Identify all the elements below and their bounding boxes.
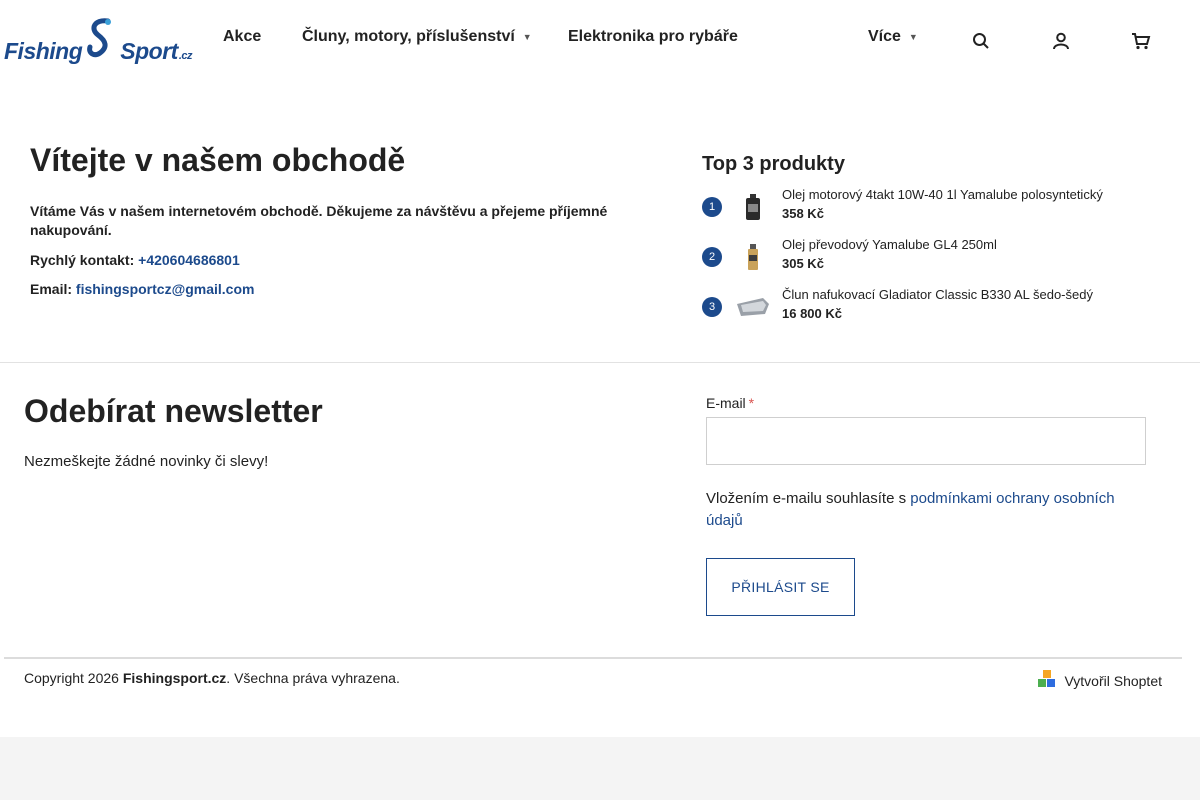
footer-divider [4, 657, 1182, 659]
product-thumbnail [734, 238, 772, 276]
email-field-label: E-mail * [706, 394, 1146, 412]
nav-item-label: Čluny, motory, příslušenství [302, 28, 515, 45]
product-name[interactable]: Olej motorový 4takt 10W-40 1l Yamalube p… [782, 186, 1103, 203]
copyright-suffix: . Všechna práva vyhrazena. [226, 670, 400, 686]
product-price: 16 800 Kč [782, 306, 842, 321]
rank-badge: 2 [702, 247, 722, 267]
rank-badge: 3 [702, 297, 722, 317]
cart-icon[interactable] [1130, 30, 1152, 52]
email-link[interactable]: fishingsportcz@gmail.com [76, 281, 255, 297]
chevron-down-icon: ▼ [908, 31, 918, 42]
nav-item-label: Více [868, 28, 901, 45]
email-field[interactable] [706, 417, 1146, 465]
top-products: Top 3 produkty 1 Olej motorový 4takt 10W… [702, 152, 1172, 321]
product-name[interactable]: Člun nafukovací Gladiator Classic B330 A… [782, 286, 1093, 303]
product-price: 305 Kč [782, 256, 824, 271]
subscribe-button[interactable]: PŘIHLÁSIT SE [706, 558, 855, 616]
site-header: Fishing Sport .cz Akce Čluny, motory, př… [0, 0, 1200, 84]
logo-suffix: .cz [178, 50, 193, 62]
top-product-item[interactable]: 2 Olej převodový Yamalube GL4 250ml 305 … [702, 236, 1172, 280]
search-icon[interactable] [970, 30, 992, 52]
newsletter-section: Odebírat newsletter Nezmeškejte žádné no… [24, 392, 624, 472]
shoptet-credit[interactable]: Vytvořil Shoptet [1038, 670, 1162, 692]
nav-item-label: Elektronika pro rybáře [568, 28, 738, 45]
welcome-intro: Vítáme Vás v našem internetovém obchodě.… [30, 203, 608, 238]
nav-item-elektronika[interactable]: Elektronika pro rybáře [568, 28, 738, 46]
welcome-title: Vítejte v našem obchodě [30, 142, 406, 178]
contact-phone-row: Rychlý kontakt: +420604686801 [30, 251, 650, 269]
product-thumbnail [734, 188, 772, 226]
newsletter-title: Odebírat newsletter [24, 393, 323, 429]
copyright-text: Copyright 2026 Fishingsport.cz. Všechna … [24, 670, 400, 687]
logo-word-fishing: Fishing [4, 38, 83, 64]
shoptet-logo-icon [1038, 670, 1056, 692]
required-marker: * [748, 395, 755, 411]
logo-word-sport: Sport [120, 38, 178, 64]
site-logo[interactable]: Fishing Sport .cz [4, 14, 206, 66]
phone-link[interactable]: +420604686801 [138, 252, 240, 268]
copyright-prefix: Copyright 2026 [24, 670, 123, 686]
fish-hook-logo-icon [84, 15, 118, 59]
chevron-down-icon: ▼ [522, 31, 532, 42]
top-product-item[interactable]: 3 Člun nafukovací Gladiator Classic B330… [702, 286, 1172, 330]
nav-item-label: Akce [223, 28, 262, 45]
user-icon[interactable] [1050, 30, 1072, 52]
product-name[interactable]: Olej převodový Yamalube GL4 250ml [782, 236, 997, 253]
nav-item-akce[interactable]: Akce [223, 28, 261, 46]
shoptet-credit-text: Vytvořil Shoptet [1064, 672, 1162, 689]
newsletter-subtitle: Nezmeškejte žádné novinky či slevy! [24, 453, 269, 470]
email-label: Email: [30, 281, 73, 297]
top-product-item[interactable]: 1 Olej motorový 4takt 10W-40 1l Yamalube… [702, 186, 1172, 230]
footer-band [0, 737, 1200, 800]
email-label-text: E-mail [706, 395, 746, 411]
section-divider [0, 362, 1200, 363]
contact-label: Rychlý kontakt: [30, 252, 135, 268]
copyright-brand: Fishingsport.cz [122, 670, 227, 686]
product-thumbnail [734, 288, 772, 326]
product-price: 358 Kč [782, 206, 824, 221]
newsletter-form: E-mail * Vložením e-mailu souhlasíte s po… [706, 394, 1146, 616]
rank-badge: 1 [702, 197, 722, 217]
consent-text: Vložením e-mailu souhlasíte s podmínkami… [706, 488, 1146, 532]
consent-prefix: Vložením e-mailu souhlasíte s [706, 490, 911, 507]
nav-item-cluny[interactable]: Čluny, motory, příslušenství ▼ [302, 28, 532, 46]
nav-item-vice[interactable]: Více ▼ [868, 28, 918, 46]
contact-email-row: Email: fishingsportcz@gmail.com [30, 280, 650, 298]
welcome-section: Vítejte v našem obchodě Vítáme Vás v naš… [30, 140, 650, 298]
top-products-title: Top 3 produkty [702, 153, 845, 175]
